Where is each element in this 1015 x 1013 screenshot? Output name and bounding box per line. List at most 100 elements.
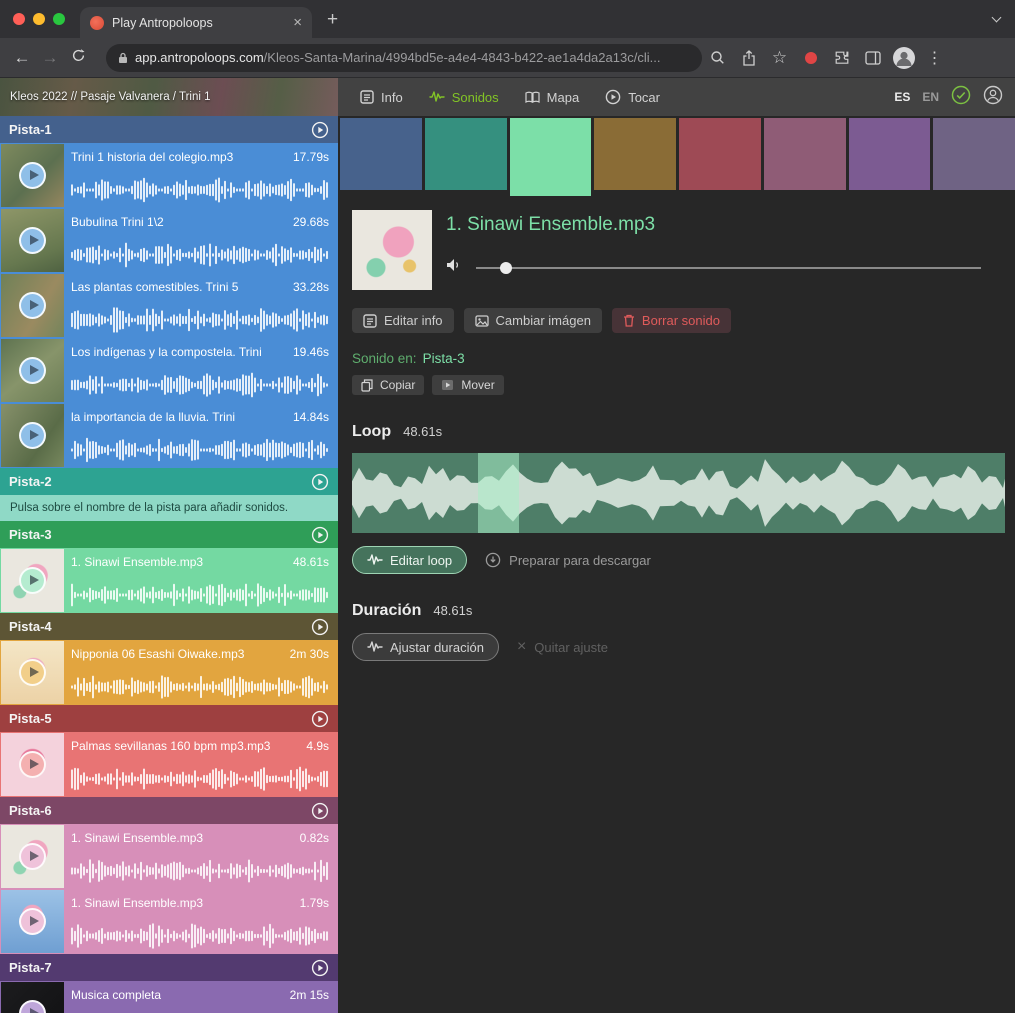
sound-name[interactable]: Bubulina Trini 1\2 [71, 215, 164, 229]
adjust-duration-button[interactable]: Ajustar duración [352, 633, 499, 661]
padlock-icon[interactable] [118, 52, 128, 64]
track-name[interactable]: Pista-6 [9, 803, 311, 818]
loop-waveform-panel[interactable] [352, 453, 1005, 533]
play-sound-icon[interactable] [1, 890, 64, 953]
sound-name[interactable]: la importancia de la lluvia. Trini [71, 410, 235, 424]
track-swatch-6[interactable] [764, 118, 846, 190]
sound-item[interactable]: la importancia de la lluvia. Trini14.84s [0, 403, 338, 468]
track-link[interactable]: Pista-3 [423, 351, 465, 366]
track-name[interactable]: Pista-7 [9, 960, 311, 975]
reload-button[interactable] [64, 48, 92, 68]
address-bar[interactable]: app.antropoloops.com/Kleos-Santa-Marina/… [106, 44, 702, 72]
sound-name[interactable]: Trini 1 historia del colegio.mp3 [71, 150, 233, 164]
track-swatch-1[interactable] [340, 118, 422, 190]
tab-info[interactable]: Info [360, 90, 403, 105]
bookmark-star-icon[interactable]: ☆ [764, 48, 795, 68]
play-sound-icon[interactable] [1, 733, 64, 796]
volume-slider[interactable] [476, 267, 981, 269]
play-sound-icon[interactable] [1, 339, 64, 402]
sound-name[interactable]: Musica completa [71, 988, 161, 1002]
lang-es[interactable]: ES [894, 90, 910, 104]
breadcrumb[interactable]: Kleos 2022 // Pasaje Valvanera / Trini 1 [0, 78, 338, 116]
track-name[interactable]: Pista-3 [9, 527, 311, 542]
close-window-button[interactable] [13, 13, 25, 25]
new-tab-button[interactable]: + [327, 9, 338, 31]
play-sound-icon[interactable] [1, 274, 64, 337]
change-image-button[interactable]: Cambiar imágen [464, 308, 602, 333]
sound-item[interactable]: Trini 1 historia del colegio.mp317.79s [0, 143, 338, 208]
play-sound-icon[interactable] [1, 144, 64, 207]
track-swatch-8[interactable] [933, 118, 1015, 190]
sound-name[interactable]: 1. Sinawi Ensemble.mp3 [71, 555, 203, 569]
play-sound-icon[interactable] [1, 209, 64, 272]
back-button[interactable]: ← [8, 48, 36, 68]
account-icon[interactable] [983, 85, 1003, 110]
track-swatch-2[interactable] [425, 118, 507, 190]
sound-name[interactable]: Las plantas comestibles. Trini 5 [71, 280, 238, 294]
track-header[interactable]: Pista-7 [0, 954, 338, 981]
track-header[interactable]: Pista-5 [0, 705, 338, 732]
saved-check-icon[interactable] [951, 85, 971, 110]
move-button[interactable]: Mover [432, 375, 503, 395]
edit-info-button[interactable]: Editar info [352, 308, 454, 333]
volume-knob[interactable] [500, 262, 512, 274]
play-track-icon[interactable] [311, 959, 329, 977]
track-header[interactable]: Pista-2 [0, 468, 338, 495]
play-track-icon[interactable] [311, 710, 329, 728]
track-name[interactable]: Pista-1 [9, 122, 311, 137]
sound-item[interactable]: Nipponia 06 Esashi Oiwake.mp32m 30s [0, 640, 338, 705]
fullscreen-window-button[interactable] [53, 13, 65, 25]
play-track-icon[interactable] [311, 473, 329, 491]
play-track-icon[interactable] [311, 526, 329, 544]
zoom-page-icon[interactable] [702, 50, 733, 65]
browser-menu-icon[interactable]: ⋮ [919, 48, 950, 68]
sound-item[interactable]: 1. Sinawi Ensemble.mp348.61s [0, 548, 338, 613]
download-button[interactable]: Preparar para descargar [485, 552, 651, 568]
extensions-puzzle-icon[interactable] [826, 50, 857, 66]
play-track-icon[interactable] [311, 121, 329, 139]
play-sound-icon[interactable] [1, 641, 64, 704]
remove-adjust-button[interactable]: × Quitar ajuste [517, 640, 608, 655]
track-name[interactable]: Pista-5 [9, 711, 311, 726]
track-header[interactable]: Pista-6 [0, 797, 338, 824]
track-header[interactable]: Pista-1 [0, 116, 338, 143]
sound-name[interactable]: Nipponia 06 Esashi Oiwake.mp3 [71, 647, 244, 661]
edit-loop-button[interactable]: Editar loop [352, 546, 467, 574]
sound-item[interactable]: Palmas sevillanas 160 bpm mp3.mp34.9s [0, 732, 338, 797]
delete-sound-button[interactable]: Borrar sonido [612, 308, 731, 333]
sound-name[interactable]: Palmas sevillanas 160 bpm mp3.mp3 [71, 739, 270, 753]
sound-item[interactable]: 1. Sinawi Ensemble.mp31.79s [0, 889, 338, 954]
track-name[interactable]: Pista-2 [9, 474, 311, 489]
sound-item[interactable]: Los indígenas y la compostela. Trini19.4… [0, 338, 338, 403]
loop-selection[interactable] [478, 453, 518, 533]
sound-item[interactable]: Las plantas comestibles. Trini 533.28s [0, 273, 338, 338]
sound-item[interactable]: 1. Sinawi Ensemble.mp30.82s [0, 824, 338, 889]
side-panel-icon[interactable] [857, 51, 888, 65]
tab-search-chevron-icon[interactable] [993, 14, 1000, 21]
track-header[interactable]: Pista-4 [0, 613, 338, 640]
minimize-window-button[interactable] [33, 13, 45, 25]
lang-en[interactable]: EN [922, 90, 939, 104]
play-sound-icon[interactable] [1, 404, 64, 467]
play-sound-icon[interactable] [1, 982, 64, 1013]
tab-tocar[interactable]: Tocar [605, 89, 660, 105]
play-track-icon[interactable] [311, 802, 329, 820]
browser-tab[interactable]: Play Antropoloops × [80, 7, 312, 38]
recording-indicator-icon[interactable] [795, 52, 826, 64]
sound-item[interactable]: Musica completa2m 15s [0, 981, 338, 1013]
track-swatch-7[interactable] [849, 118, 931, 190]
track-swatch-4[interactable] [594, 118, 676, 190]
volume-icon[interactable] [446, 258, 462, 277]
share-icon[interactable] [733, 50, 764, 66]
sound-name[interactable]: 1. Sinawi Ensemble.mp3 [71, 831, 203, 845]
profile-avatar[interactable] [888, 46, 919, 70]
copy-button[interactable]: Copiar [352, 375, 424, 395]
play-track-icon[interactable] [311, 618, 329, 636]
close-tab-icon[interactable]: × [293, 15, 302, 30]
sound-name[interactable]: Los indígenas y la compostela. Trini [71, 345, 262, 359]
play-sound-icon[interactable] [1, 549, 64, 612]
sound-image[interactable] [352, 210, 432, 290]
forward-button[interactable]: → [36, 48, 64, 68]
tab-mapa[interactable]: Mapa [525, 90, 580, 105]
track-header[interactable]: Pista-3 [0, 521, 338, 548]
